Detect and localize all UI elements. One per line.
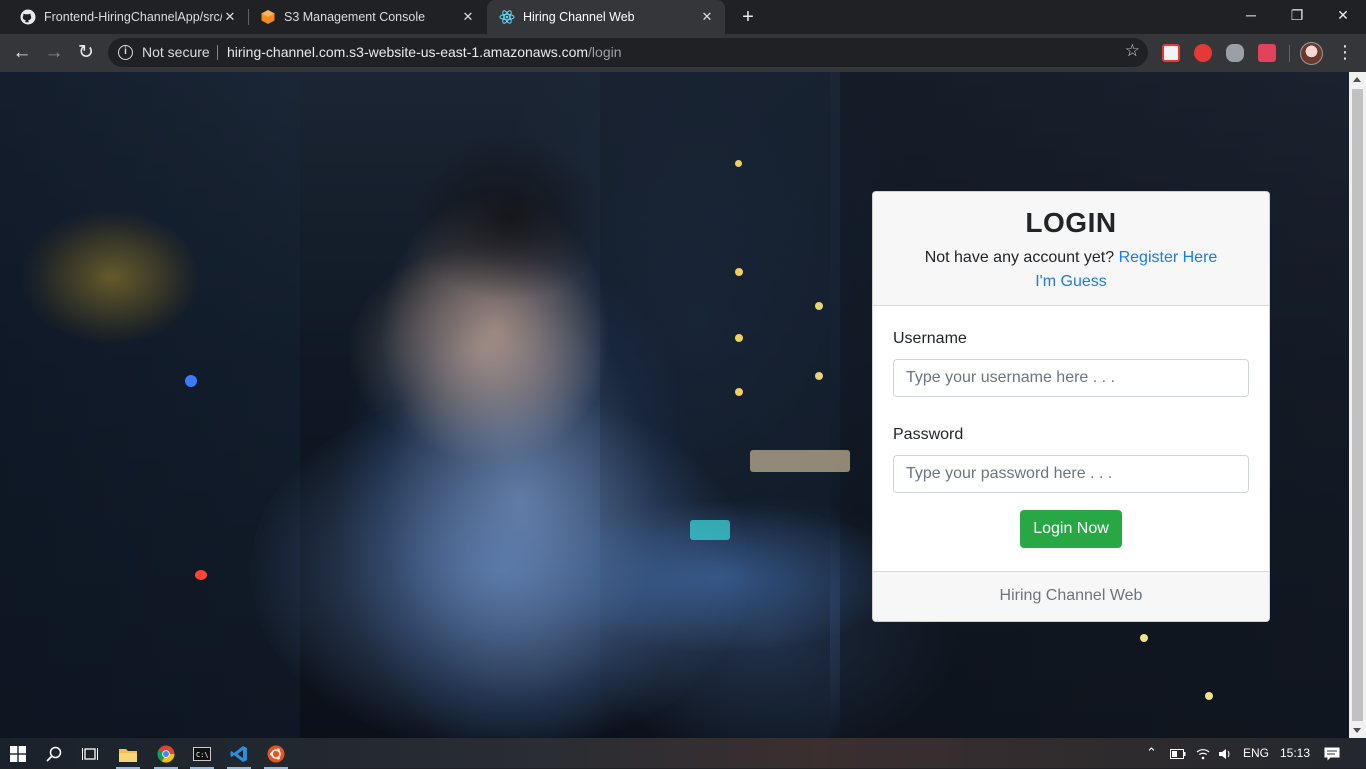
tab-title: Frontend-HiringChannelApp/src/ (44, 10, 222, 24)
cloud-extension-icon[interactable] (1226, 44, 1244, 62)
submit-wrapper: Login Now (893, 510, 1249, 548)
password-input[interactable] (893, 455, 1249, 493)
reload-icon[interactable]: ↻ (72, 39, 100, 67)
task-view-icon[interactable] (74, 741, 106, 767)
show-hidden-icons-chevron-icon[interactable]: ⌃ (1146, 738, 1157, 768)
restore-icon[interactable]: ❐ (1274, 0, 1320, 30)
vscode-icon[interactable] (223, 741, 255, 769)
wifi-icon[interactable] (1196, 738, 1210, 768)
login-button[interactable]: Login Now (1020, 510, 1122, 548)
file-explorer-icon[interactable] (112, 741, 144, 769)
github-icon (20, 9, 36, 25)
windows-taskbar: C:\ ⌃ ENG 15:13 (0, 738, 1366, 769)
amber-led (1205, 692, 1213, 700)
blocker-extension-icon[interactable] (1194, 44, 1212, 62)
info-icon[interactable]: i (118, 45, 133, 60)
username-label: Username (893, 330, 967, 347)
action-center-icon[interactable] (1324, 738, 1340, 768)
register-prompt-text: Not have any account yet? (924, 249, 1115, 266)
login-form: Username Password Login Now (873, 306, 1269, 572)
volume-icon[interactable] (1218, 738, 1232, 768)
url-host: hiring-channel.com.s3-website-us-east-1.… (227, 44, 589, 60)
blue-led (185, 375, 197, 387)
security-label[interactable]: Not secure (142, 44, 210, 60)
card-footer: Hiring Channel Web (873, 571, 1269, 621)
login-card: LOGIN Not have any account yet? Register… (872, 191, 1270, 622)
card-header: LOGIN Not have any account yet? Register… (873, 192, 1269, 306)
amber-led (815, 372, 823, 380)
scroll-thumb[interactable] (1352, 89, 1363, 721)
amber-led (815, 302, 823, 310)
chrome-icon[interactable] (150, 741, 182, 769)
toolbar-divider (1289, 45, 1290, 62)
clock-time[interactable]: 15:13 (1280, 738, 1310, 768)
tab-strip: Frontend-HiringChannelApp/src/ ✕ S3 Mana… (0, 0, 1366, 34)
ubuntu-icon[interactable] (260, 741, 292, 769)
amber-led (735, 334, 743, 342)
amber-led (735, 268, 743, 276)
person-hair (410, 132, 610, 302)
address-bar[interactable]: i Not secure hiring-channel.com.s3-websi… (108, 38, 1148, 67)
search-icon[interactable] (38, 741, 70, 767)
new-tab-plus-icon[interactable]: + (736, 6, 760, 28)
panel-light (750, 450, 850, 472)
page-title: LOGIN (1025, 207, 1117, 238)
password-label: Password (893, 426, 964, 443)
scroll-up-arrow-icon[interactable] (1353, 77, 1361, 82)
cyan-light (690, 520, 730, 540)
windows-start-icon[interactable] (2, 741, 34, 767)
browser-toolbar: ← → ↻ i Not secure hiring-channel.com.s3… (0, 34, 1366, 72)
tab-s3-console[interactable]: S3 Management Console ✕ (248, 0, 486, 34)
red-led (195, 570, 207, 580)
tab-title: S3 Management Console (284, 10, 426, 24)
close-tab-icon[interactable]: ✕ (460, 9, 476, 25)
amber-led (735, 388, 743, 396)
aws-s3-icon (260, 9, 276, 25)
cast-extension-icon[interactable] (1258, 44, 1276, 62)
language-indicator[interactable]: ENG (1243, 738, 1269, 768)
url-text[interactable]: hiring-channel.com.s3-website-us-east-1.… (227, 44, 622, 60)
forward-arrow-icon[interactable]: → (40, 39, 68, 67)
minimize-icon[interactable]: ─ (1228, 0, 1274, 30)
tab-github[interactable]: Frontend-HiringChannelApp/src/ ✕ (8, 0, 248, 34)
close-window-icon[interactable]: ✕ (1320, 0, 1366, 30)
close-tab-icon[interactable]: ✕ (699, 9, 715, 25)
menu-kebab-icon[interactable]: ⋮ (1336, 40, 1354, 64)
username-input[interactable] (893, 359, 1249, 397)
bookmark-star-icon[interactable]: ☆ (1125, 41, 1140, 61)
url-path: /login (588, 44, 622, 60)
svg-text:C:\: C:\ (196, 751, 209, 759)
omnibox-divider (217, 45, 218, 60)
register-prompt: Not have any account yet? Register Here (873, 248, 1269, 268)
server-rack-left (0, 72, 300, 738)
terminal-icon[interactable]: C:\ (186, 741, 218, 769)
battery-icon[interactable] (1170, 738, 1186, 768)
tab-title: Hiring Channel Web (523, 10, 635, 24)
amber-led (1140, 634, 1148, 642)
back-arrow-icon[interactable]: ← (8, 39, 36, 67)
react-icon (499, 9, 515, 25)
profile-avatar[interactable] (1300, 42, 1323, 65)
scroll-down-arrow-icon[interactable] (1353, 728, 1361, 733)
page-scrollbar[interactable] (1349, 72, 1366, 738)
pocket-extension-icon[interactable] (1162, 44, 1180, 62)
amber-led (735, 160, 742, 167)
close-tab-icon[interactable]: ✕ (222, 9, 238, 25)
register-link[interactable]: Register Here (1119, 249, 1218, 266)
guest-link[interactable]: I'm Guess (873, 272, 1269, 292)
tab-hiring-channel[interactable]: Hiring Channel Web ✕ (487, 0, 725, 34)
